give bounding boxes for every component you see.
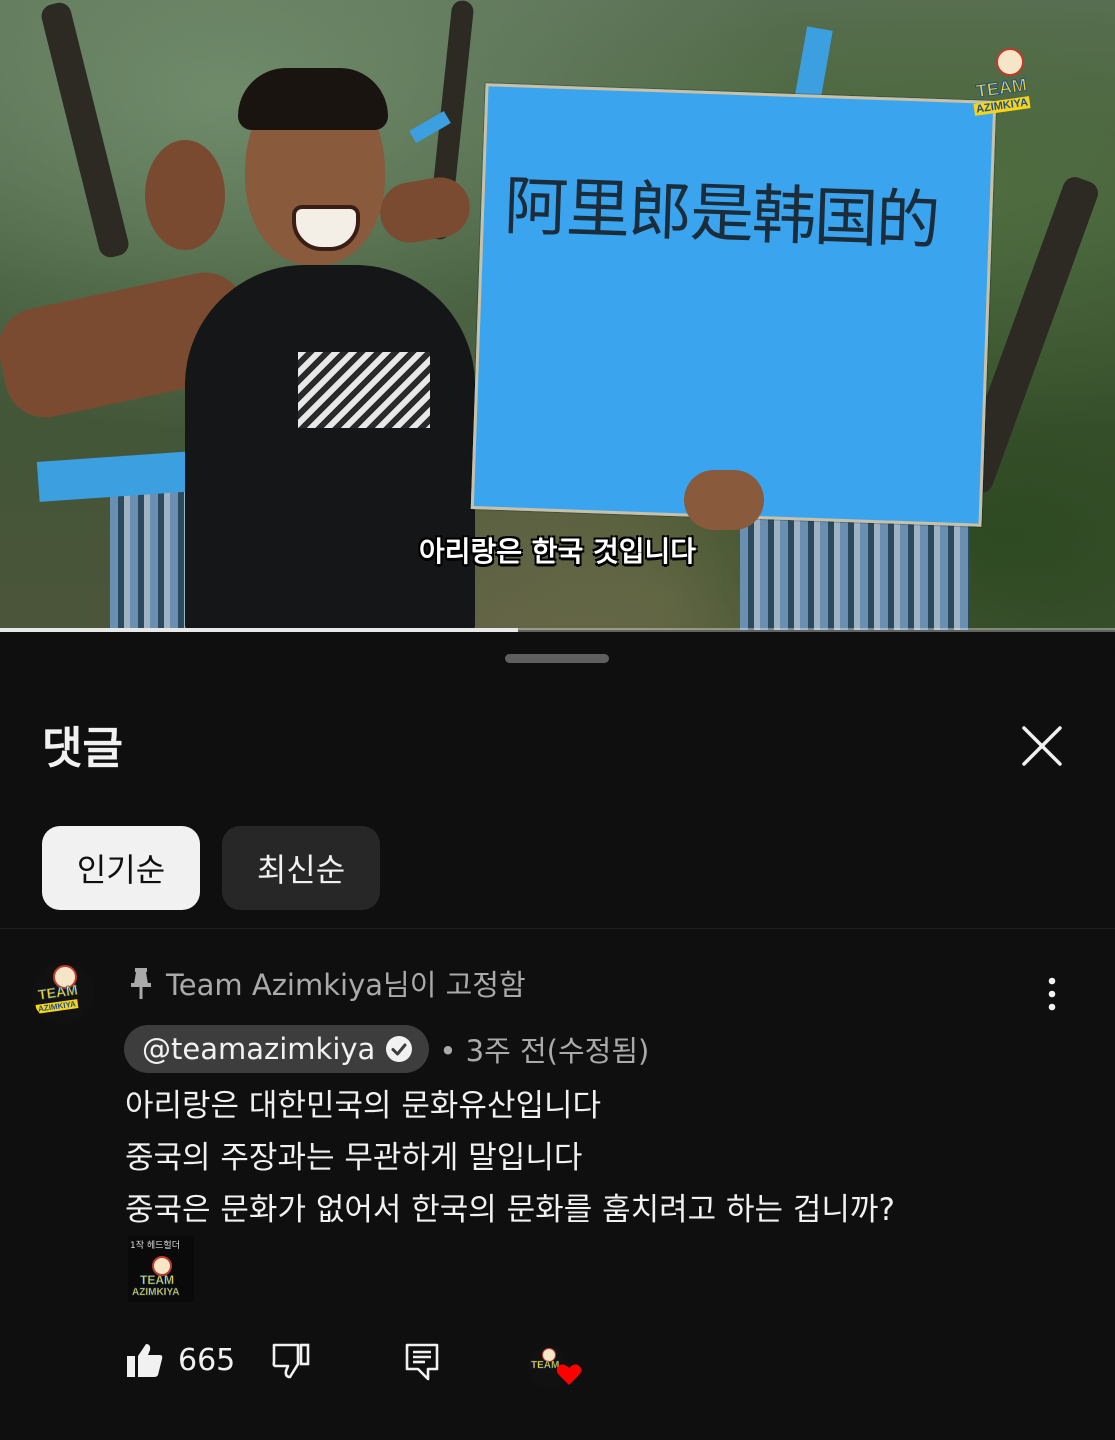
divider [0, 928, 1115, 929]
verified-icon [386, 1036, 413, 1062]
reply-icon [405, 1343, 439, 1381]
close-icon [1022, 726, 1062, 766]
author-handle-chip[interactable]: @teamazimkiya [124, 1025, 430, 1073]
background-arm [375, 172, 475, 248]
tree-trunk [38, 0, 132, 260]
background-person-lungi [740, 510, 970, 630]
heart-icon [556, 1364, 582, 1385]
sort-chip-label: 최신순 [256, 851, 346, 889]
pin-icon [131, 968, 151, 999]
comment-header: @teamazimkiya • 3주 전(수정됨) [124, 1025, 649, 1073]
comment-timestamp: • 3주 전(수정됨) [439, 1034, 650, 1068]
like-count: 665 [178, 1342, 236, 1378]
sort-chip-label: 인기순 [76, 851, 166, 889]
comments-title: 댓글 [42, 723, 123, 774]
video-player[interactable]: 阿里郎是韩国的 TEAM AZIMKIYA 아리랑은 한국 것입니다 [0, 0, 1115, 630]
thumb-down-icon [272, 1343, 310, 1379]
comment-line: 중국의 주장과는 무관하게 말입니다 [125, 1140, 583, 1176]
pinned-text: Team Azimkiya님이 고정함 [166, 968, 526, 1002]
sheet-drag-handle[interactable] [505, 654, 609, 663]
protest-sign: 阿里郎是韩国的 [470, 83, 997, 527]
person-hair [238, 68, 388, 130]
comments-sheet: 댓글 인기순 최신순 TEAM AZIMKIYA Team Azimkiya님이… [0, 632, 1115, 1440]
author-avatar[interactable]: TEAM AZIMKIYA [32, 962, 94, 1024]
comment-action-bar: 665 TEAM [0, 1338, 1115, 1394]
pinned-label: Team Azimkiya님이 고정함 [130, 962, 526, 1004]
author-handle: @teamazimkiya [142, 1032, 376, 1066]
like-button[interactable]: 665 [126, 1342, 235, 1378]
background-person [145, 140, 225, 250]
comment-sticker-image: 1작 헤드헐더 TEAM AZIMKIYA [128, 1236, 194, 1302]
channel-watermark-logo: TEAM AZIMKIYA [972, 48, 1044, 122]
more-vert-icon [1048, 977, 1056, 1011]
reply-button[interactable] [404, 1342, 440, 1386]
sign-text: 阿里郎是韩国的 [502, 169, 940, 260]
comment-line: 아리랑은 대한민국의 문화유산입니다 [125, 1088, 602, 1124]
video-subtitle: 아리랑은 한국 것입니다 [418, 535, 697, 568]
person-shirt [185, 265, 475, 630]
comment-text: 아리랑은 대한민국의 문화유산입니다 중국의 주장과는 무관하게 말입니다 중국… [125, 1080, 895, 1236]
hand-holding-sign [684, 470, 764, 530]
sort-chip-newest[interactable]: 최신순 [222, 826, 380, 910]
dislike-button[interactable] [272, 1342, 310, 1384]
shirt-print [298, 352, 430, 428]
comment-line: 중국은 문화가 없어서 한국의 문화를 훔치려고 하는 겁니까? [125, 1192, 895, 1228]
thumb-up-icon [127, 1344, 163, 1377]
close-button[interactable] [1012, 716, 1072, 776]
comment-more-button[interactable] [1036, 976, 1068, 1012]
sort-chip-top[interactable]: 인기순 [42, 826, 200, 910]
creator-heart-badge: TEAM [528, 1342, 584, 1394]
